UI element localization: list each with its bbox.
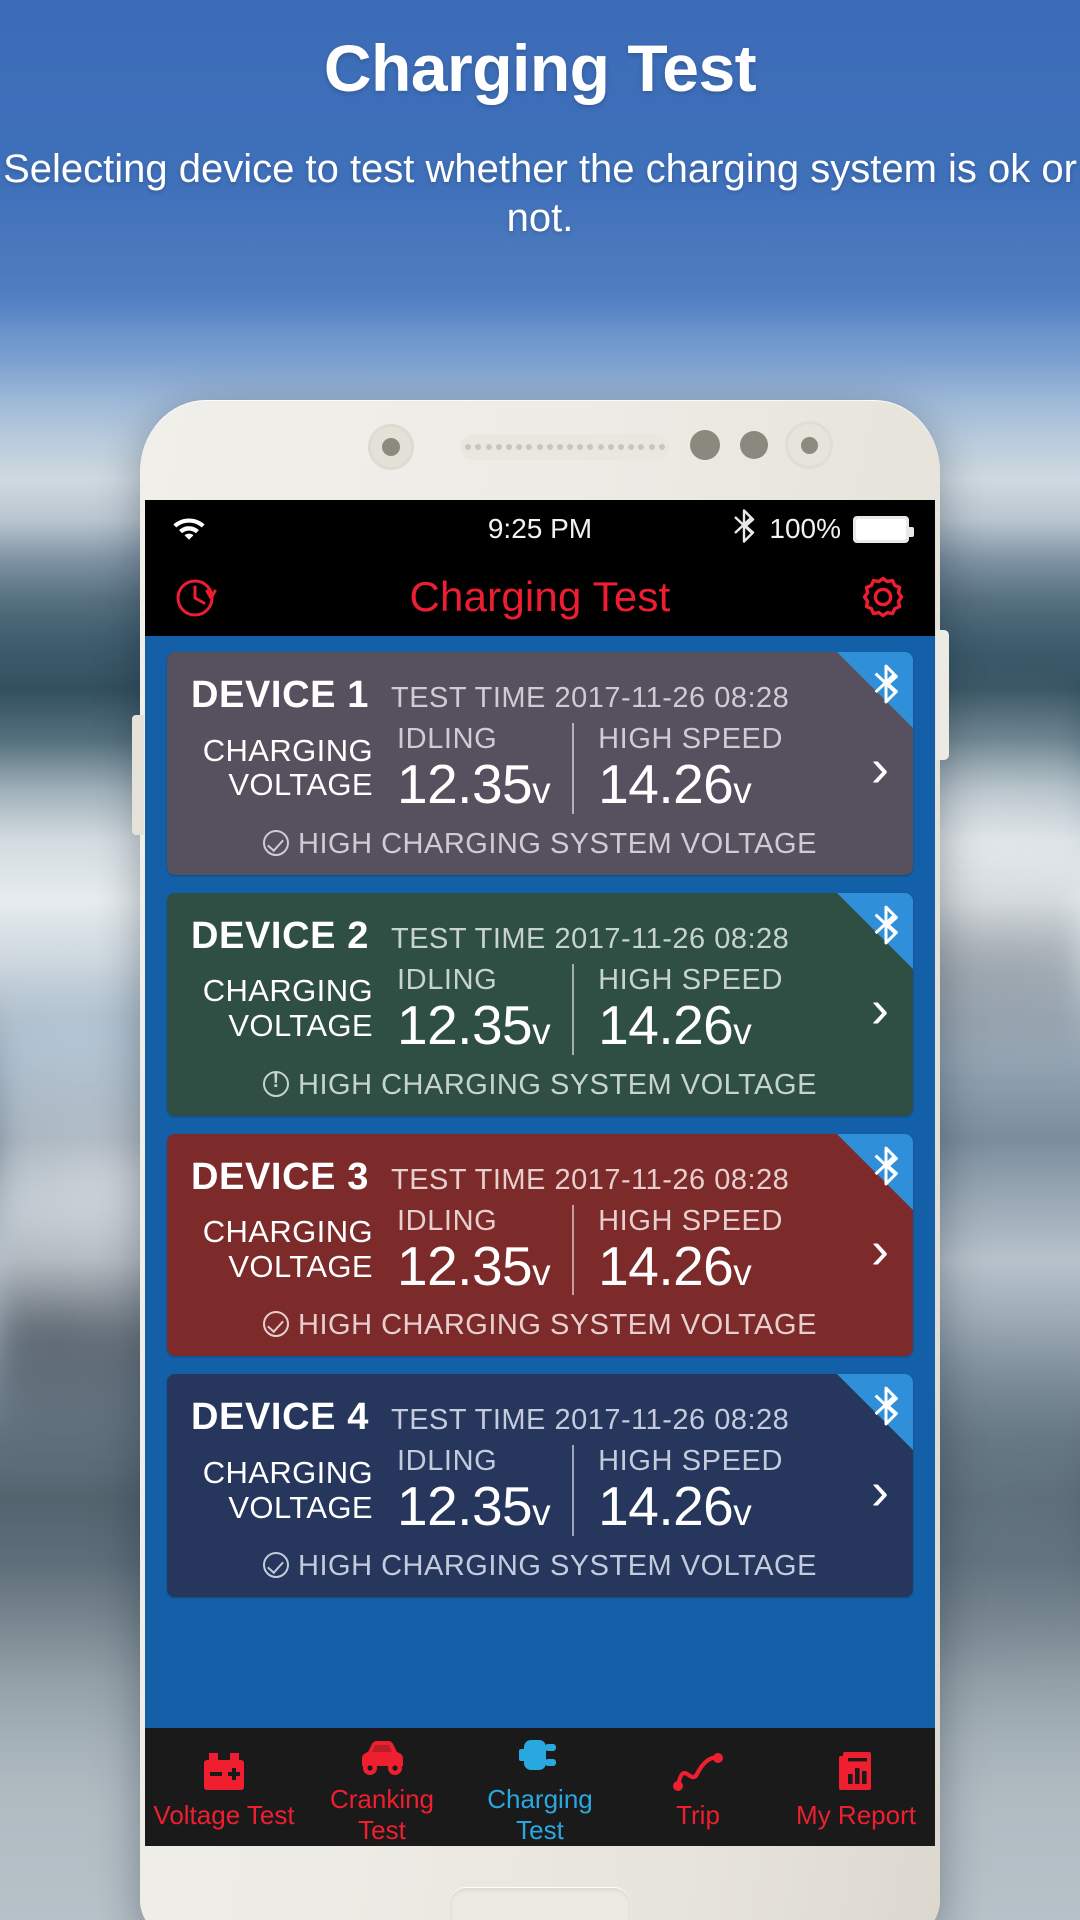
front-camera-icon bbox=[368, 424, 414, 470]
device-card[interactable]: DEVICE 4 TEST TIME 2017-11-26 08:28 CHARGI… bbox=[167, 1374, 913, 1597]
promo-header: Charging Test Selecting device to test w… bbox=[0, 0, 1080, 243]
proximity-sensor-icon bbox=[690, 430, 720, 460]
idling-value: 12.35v bbox=[397, 993, 551, 1056]
idling-label: IDLING bbox=[397, 723, 498, 755]
nav-item-label: Voltage Test bbox=[153, 1799, 295, 1830]
device-card[interactable]: DEVICE 2 TEST TIME 2017-11-26 08:28 CHARGI… bbox=[167, 892, 913, 1116]
idling-metric: IDLING 12.35v bbox=[373, 963, 551, 1056]
idling-metric: IDLING 12.35v bbox=[373, 1445, 551, 1538]
high-speed-metric: HIGH SPEED 14.26v bbox=[572, 963, 784, 1056]
bottom-nav: Voltage Test Cranking Test Charging Test Tr… bbox=[145, 1728, 935, 1846]
bluetooth-badge bbox=[837, 1133, 913, 1210]
check-circle-icon bbox=[263, 1311, 290, 1338]
nav-item-voltage-test[interactable]: Voltage Test bbox=[145, 1744, 303, 1831]
idling-label: IDLING bbox=[397, 963, 498, 996]
nav-item-label: Cranking Test bbox=[329, 1784, 435, 1845]
exclamation-circle-icon bbox=[263, 1068, 290, 1097]
charging-voltage-label: CHARGING VOLTAGE bbox=[202, 1454, 373, 1525]
high-speed-value: 14.26v bbox=[598, 993, 752, 1056]
idling-label: IDLING bbox=[397, 1445, 498, 1478]
page-title: Charging Test bbox=[409, 573, 671, 620]
promo-subtitle: Selecting device to test whether the cha… bbox=[3, 147, 1077, 240]
card-status-row: HIGH CHARGING SYSTEM VOLTAGE bbox=[167, 814, 913, 861]
idling-metric: IDLING 12.35v bbox=[373, 1204, 551, 1297]
high-speed-label: HIGH SPEED bbox=[598, 1445, 784, 1478]
nav-item-label: Trip bbox=[676, 1799, 720, 1830]
high-speed-value: 14.26v bbox=[598, 1475, 752, 1538]
plug-icon bbox=[516, 1728, 564, 1778]
card-status-text: HIGH CHARGING SYSTEM VOLTAGE bbox=[298, 1550, 817, 1582]
device-test-time: TEST TIME 2017-11-26 08:28 bbox=[390, 922, 790, 955]
bluetooth-badge bbox=[837, 1374, 913, 1451]
volume-button-left[interactable] bbox=[132, 715, 144, 835]
check-circle-icon bbox=[263, 1552, 290, 1578]
status-bar: 9:25 PM 100% bbox=[145, 500, 935, 558]
battery-full-icon bbox=[853, 515, 914, 543]
bluetooth-icon bbox=[731, 508, 757, 550]
device-card[interactable]: DEVICE 1 TEST TIME 2017-11-26 08:28 CHARGI… bbox=[167, 652, 913, 875]
phone-screen: 9:25 PM 100% Charging Test DEVICE 1 TEST… bbox=[145, 500, 935, 1846]
device-card-list: DEVICE 1 TEST TIME 2017-11-26 08:28 CHARGI… bbox=[145, 636, 935, 1625]
chevron-right-icon[interactable]: › bbox=[871, 741, 889, 795]
check-circle-icon bbox=[263, 829, 290, 856]
device-test-time: TEST TIME 2017-11-26 08:28 bbox=[390, 682, 790, 714]
phone-sensor-row bbox=[140, 400, 940, 500]
card-status-text: HIGH CHARGING SYSTEM VOLTAGE bbox=[298, 1309, 817, 1342]
secondary-camera-icon bbox=[785, 421, 833, 469]
device-name: DEVICE 4 bbox=[191, 1396, 369, 1439]
home-button[interactable] bbox=[450, 1888, 630, 1920]
report-chart-icon bbox=[834, 1744, 878, 1794]
nav-item-charging-test[interactable]: Charging Test bbox=[461, 1728, 619, 1846]
chevron-right-icon[interactable]: › bbox=[871, 982, 889, 1036]
nav-item-trip[interactable]: Trip bbox=[619, 1744, 777, 1831]
nav-item-label: My Report bbox=[796, 1799, 916, 1830]
bluetooth-badge bbox=[837, 892, 913, 969]
device-name: DEVICE 1 bbox=[191, 674, 369, 716]
charging-voltage-label: CHARGING VOLTAGE bbox=[202, 973, 373, 1044]
device-name: DEVICE 2 bbox=[191, 914, 369, 957]
trip-curve-icon bbox=[671, 1744, 725, 1794]
high-speed-metric: HIGH SPEED 14.26v bbox=[572, 723, 783, 814]
nav-item-label: Charging Test bbox=[487, 1784, 593, 1845]
idling-label: IDLING bbox=[397, 1204, 498, 1237]
car-icon bbox=[356, 1728, 408, 1778]
card-status-row: HIGH CHARGING SYSTEM VOLTAGE bbox=[167, 1536, 913, 1583]
phone-mockup: 9:25 PM 100% Charging Test DEVICE 1 TEST… bbox=[132, 400, 949, 1920]
device-test-time: TEST TIME 2017-11-26 08:28 bbox=[390, 1163, 790, 1196]
car-battery-icon bbox=[200, 1744, 248, 1794]
idling-value: 12.35v bbox=[397, 1234, 551, 1297]
high-speed-value: 14.26v bbox=[598, 753, 752, 815]
charging-voltage-label: CHARGING VOLTAGE bbox=[202, 1214, 373, 1284]
high-speed-metric: HIGH SPEED 14.26v bbox=[572, 1445, 783, 1536]
nav-item-my-report[interactable]: My Report bbox=[777, 1744, 935, 1831]
nav-item-cranking-test[interactable]: Cranking Test bbox=[303, 1728, 461, 1846]
chevron-right-icon[interactable]: › bbox=[871, 1464, 889, 1518]
history-clock-icon[interactable] bbox=[171, 571, 223, 623]
earpiece-speaker bbox=[460, 434, 670, 460]
idling-value: 12.35v bbox=[397, 1475, 551, 1538]
card-status-text: HIGH CHARGING SYSTEM VOLTAGE bbox=[298, 827, 817, 860]
card-status-row: HIGH CHARGING SYSTEM VOLTAGE bbox=[167, 1055, 913, 1102]
gear-icon[interactable] bbox=[857, 571, 909, 623]
card-status-text: HIGH CHARGING SYSTEM VOLTAGE bbox=[298, 1068, 817, 1101]
app-title-bar: Charging Test bbox=[145, 558, 935, 636]
promo-title: Charging Test bbox=[323, 31, 757, 105]
chevron-right-icon[interactable]: › bbox=[871, 1223, 889, 1277]
idling-value: 12.35v bbox=[397, 753, 551, 815]
device-name: DEVICE 3 bbox=[191, 1155, 369, 1198]
high-speed-label: HIGH SPEED bbox=[598, 963, 784, 996]
light-sensor-icon bbox=[740, 431, 768, 459]
card-status-row: HIGH CHARGING SYSTEM VOLTAGE bbox=[167, 1295, 913, 1342]
high-speed-label: HIGH SPEED bbox=[598, 723, 784, 755]
power-button-right[interactable] bbox=[936, 630, 949, 760]
high-speed-value: 14.26v bbox=[598, 1234, 752, 1297]
charging-voltage-label: CHARGING VOLTAGE bbox=[202, 732, 373, 803]
bluetooth-badge bbox=[837, 652, 913, 728]
idling-metric: IDLING 12.35v bbox=[373, 723, 551, 815]
device-test-time: TEST TIME 2017-11-26 08:28 bbox=[390, 1404, 790, 1437]
device-card[interactable]: DEVICE 3 TEST TIME 2017-11-26 08:28 CHARGI… bbox=[167, 1133, 913, 1357]
high-speed-label: HIGH SPEED bbox=[598, 1204, 784, 1237]
high-speed-metric: HIGH SPEED 14.26v bbox=[572, 1204, 784, 1297]
battery-percent-label: 100% bbox=[769, 513, 841, 544]
